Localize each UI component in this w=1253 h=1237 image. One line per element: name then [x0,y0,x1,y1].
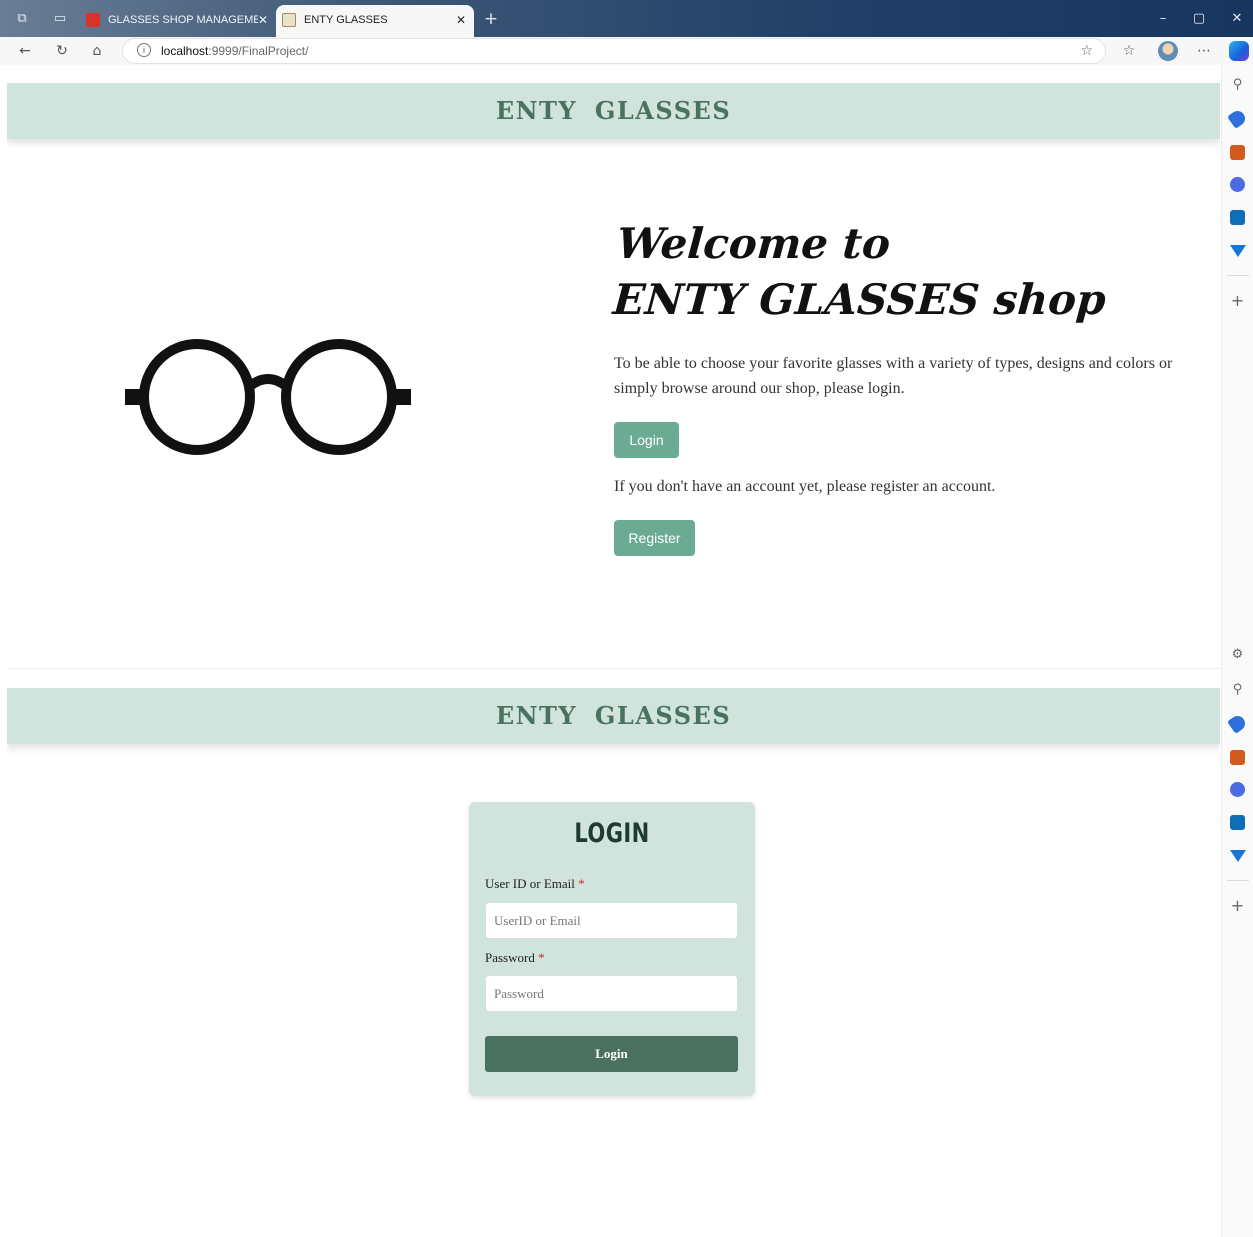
copilot-icon[interactable] [1229,41,1249,61]
favorite-star-icon[interactable]: ☆ [1080,39,1093,63]
window-close-icon[interactable]: ✕ [1225,8,1249,30]
password-input[interactable] [485,975,738,1012]
close-icon[interactable]: ✕ [456,5,466,35]
tab-title: ENTY GLASSES [304,14,388,26]
back-icon[interactable]: ← [14,39,36,63]
welcome-heading: Welcome to ENTY GLASSES shop [611,216,1179,328]
close-icon[interactable]: ✕ [258,5,268,35]
required-mark: * [538,950,545,965]
copilot-hex-icon[interactable] [1230,177,1245,192]
shopping-bag-icon[interactable] [1230,750,1245,765]
welcome-intro: To be able to choose your favorite glass… [614,355,1173,397]
rail-divider [1227,880,1249,881]
send-icon[interactable] [1230,850,1246,862]
refresh-icon[interactable]: ↻ [51,39,73,63]
address-bar: ← ↻ ⌂ i localhost:9999/FinalProject/ ☆ ☆… [0,37,1253,65]
round-glasses-image [125,339,411,455]
more-menu-icon[interactable]: ⋯ [1193,39,1215,63]
home-icon[interactable]: ⌂ [86,39,108,63]
rail-divider [1227,275,1249,276]
password-label: Password * [485,950,545,965]
settings-icon[interactable]: ⚙ [1230,647,1245,662]
add-icon[interactable]: + [1230,293,1245,309]
send-icon[interactable] [1230,245,1246,257]
site-brand: ENTY GLASSES [495,96,732,125]
copilot-hex-icon[interactable] [1230,782,1245,797]
user-id-input[interactable] [485,902,738,939]
login-title: LOGIN [574,818,650,849]
favorites-icon[interactable]: ☆ [1118,39,1140,63]
tab-actions-icon[interactable]: ▭ [51,10,69,28]
browser-title-bar: ⧉ ▭ GLASSES SHOP MANAGEMENT.p ✕ ENTY GLA… [0,0,1253,37]
browser-side-rail: ⚲ + ⚙ ⚲ + [1221,65,1253,1237]
site-brand: ENTY GLASSES [495,701,732,730]
register-button[interactable]: Register [614,520,695,556]
tag-icon[interactable] [1227,713,1248,734]
profile-avatar[interactable] [1158,41,1178,61]
login-button[interactable]: Login [614,422,679,458]
pdf-icon [86,13,100,27]
new-tab-button[interactable]: + [480,6,502,32]
minimize-icon[interactable]: – [1151,8,1175,30]
workspaces-icon[interactable]: ⧉ [13,10,31,28]
url-field[interactable]: i localhost:9999/FinalProject/ ☆ [122,38,1106,64]
add-icon[interactable]: + [1230,898,1245,914]
login-page: ENTY GLASSES LOGIN User ID or Email * Pa… [7,688,1220,1237]
welcome-page: ENTY GLASSES Welcome to ENTY GLASSES sho… [7,66,1220,669]
welcome-heading-line2: ENTY GLASSES shop [611,275,1108,324]
tab-glasses-shop-management[interactable]: GLASSES SHOP MANAGEMENT.p ✕ [80,5,276,37]
url-text: localhost:9999/FinalProject/ [161,44,309,58]
restore-icon[interactable]: ▢ [1187,8,1211,30]
user-id-label: User ID or Email * [485,876,585,891]
shopping-bag-icon[interactable] [1230,145,1245,160]
login-card: LOGIN User ID or Email * Password * Logi… [469,802,755,1096]
tab-title: GLASSES SHOP MANAGEMENT.p [108,14,258,26]
outlook-icon[interactable] [1230,210,1245,225]
register-prompt: If you don't have an account yet, please… [614,478,996,495]
site-info-icon[interactable]: i [137,43,151,57]
site-header: ENTY GLASSES [7,83,1220,139]
site-favicon-icon [282,13,296,27]
welcome-heading-line1: Welcome to [615,219,892,268]
tag-icon[interactable] [1227,108,1248,129]
tab-enty-glasses[interactable]: ENTY GLASSES ✕ [276,5,474,37]
login-submit-button[interactable]: Login [485,1036,738,1072]
outlook-icon[interactable] [1230,815,1245,830]
search-icon[interactable]: ⚲ [1230,77,1245,92]
search-icon[interactable]: ⚲ [1230,682,1245,697]
required-mark: * [578,876,585,891]
site-header: ENTY GLASSES [7,688,1220,744]
